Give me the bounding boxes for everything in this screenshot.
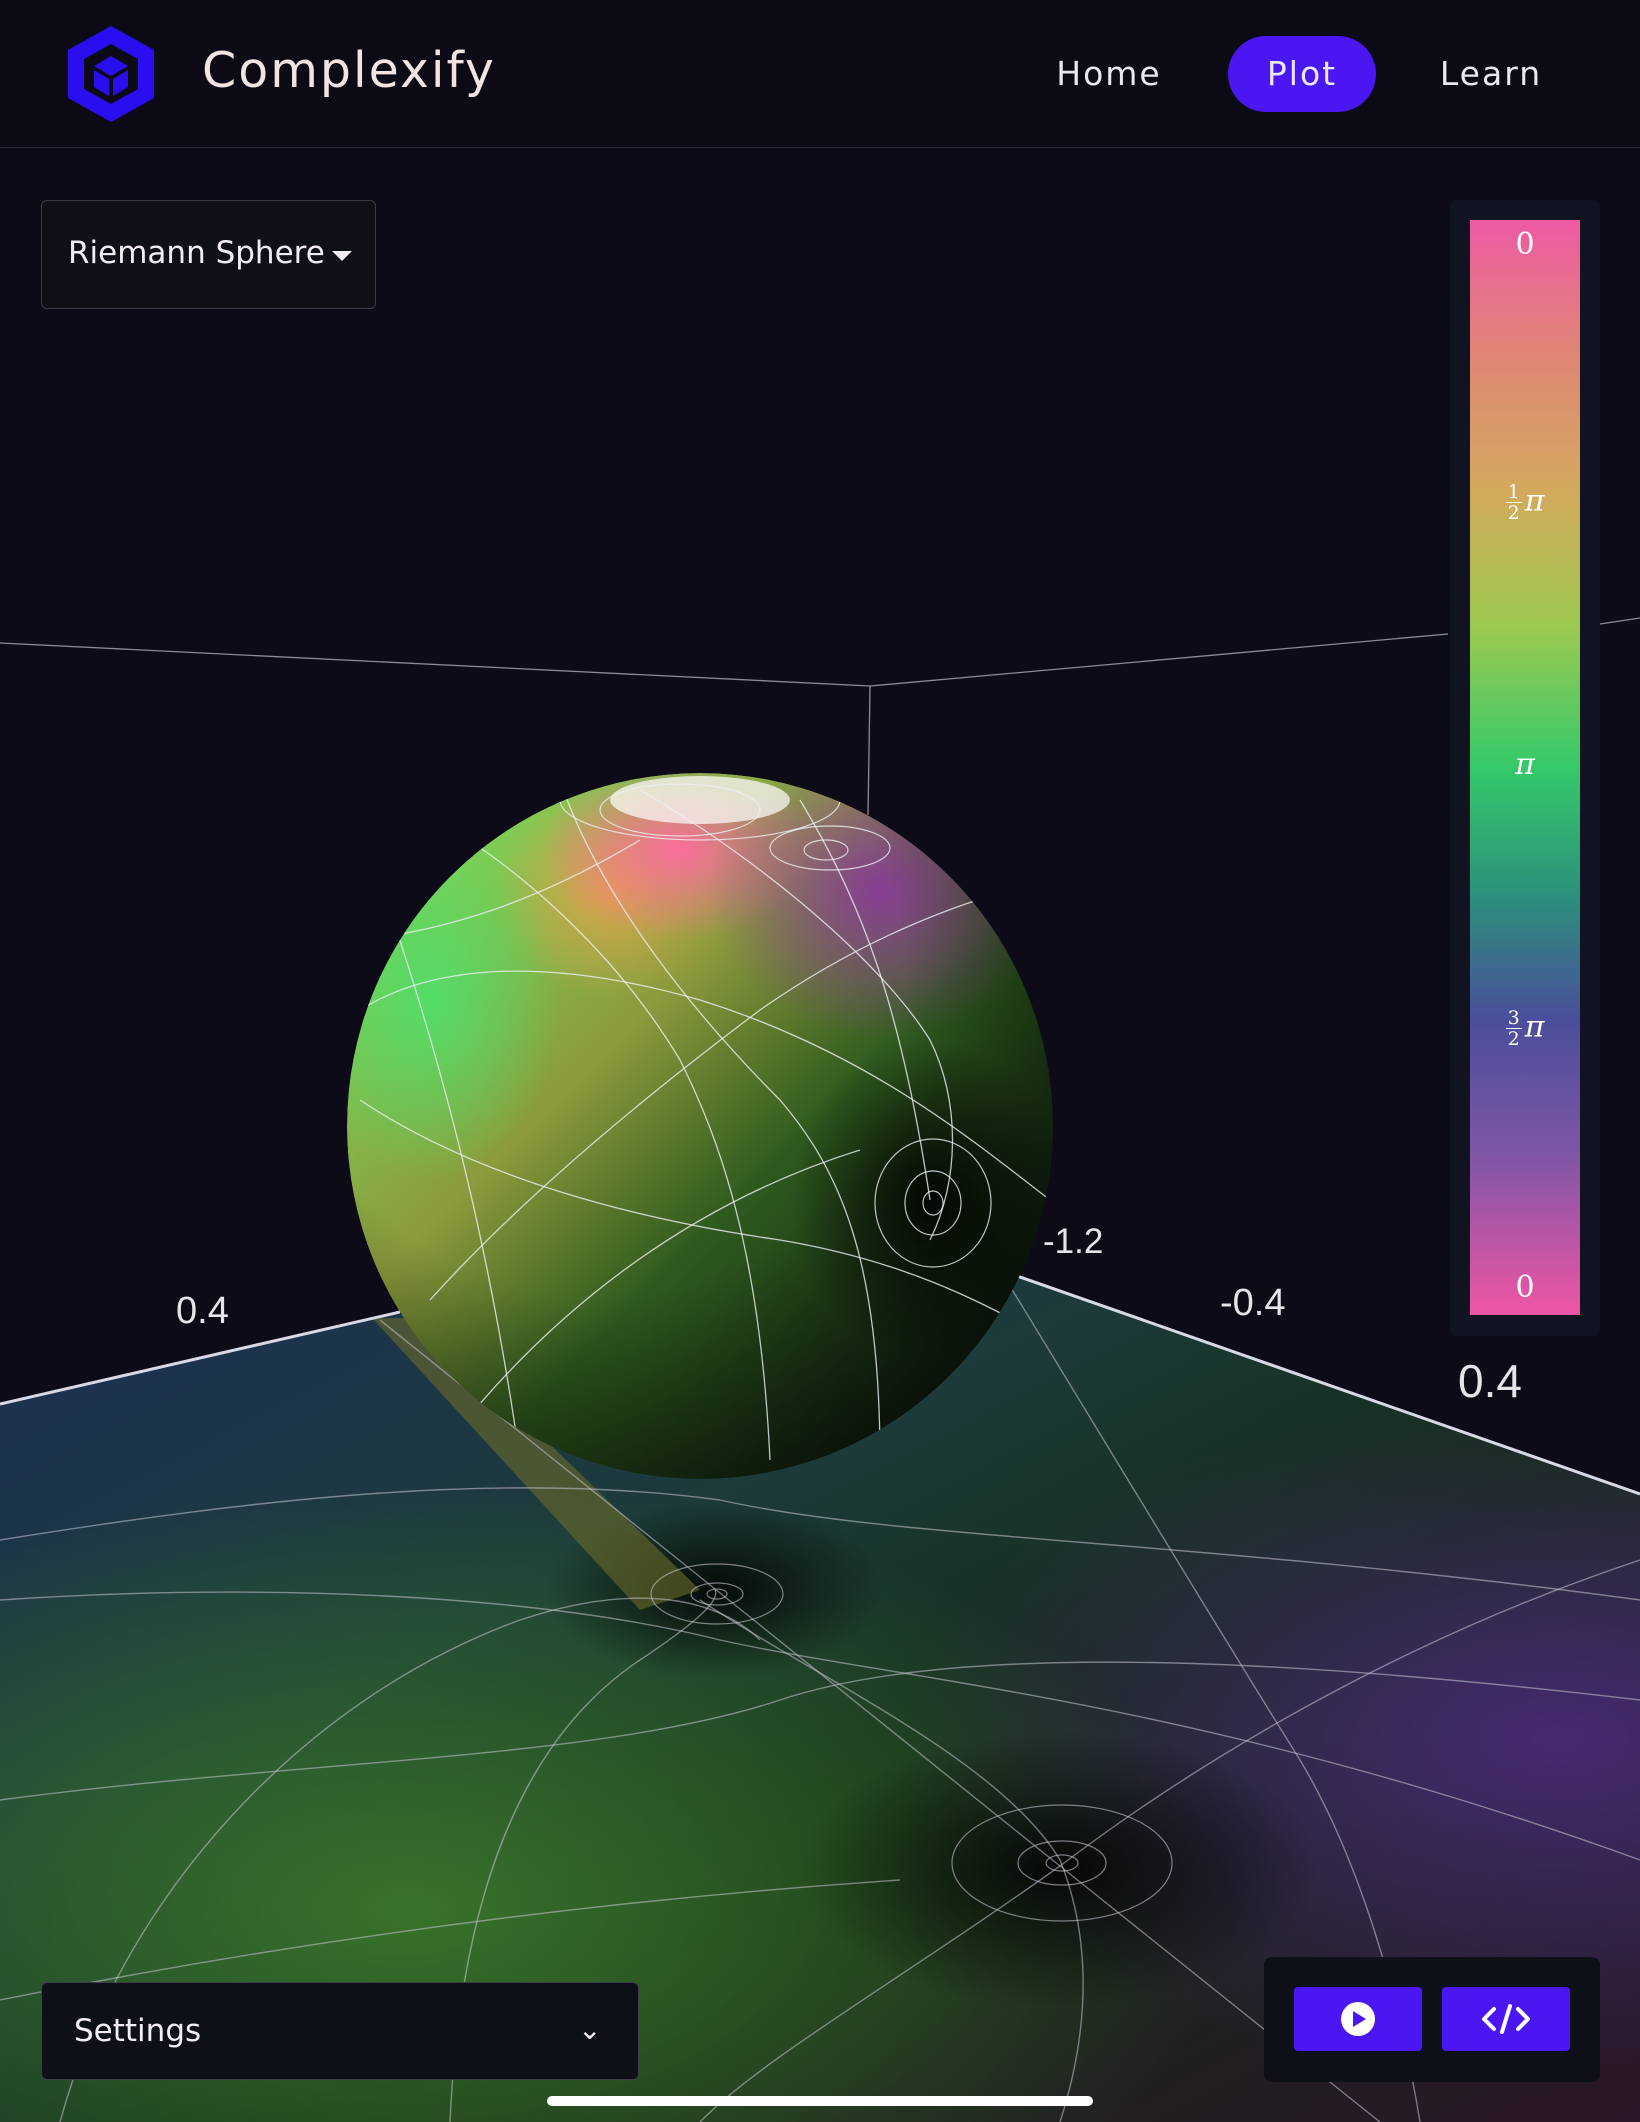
colorbar-label-bottom: 0 — [1515, 1270, 1535, 1305]
app-title: Complexify — [202, 42, 496, 99]
settings-label: Settings — [74, 2013, 202, 2049]
play-icon — [1341, 2002, 1375, 2036]
code-icon — [1482, 2004, 1530, 2034]
axis-label-right-1: -0.4 — [1220, 1282, 1286, 1324]
colorbar-label-three-half-pi: 32π — [1505, 1007, 1545, 1050]
complexify-logo-icon[interactable] — [62, 22, 160, 126]
nav-plot[interactable]: Plot — [1228, 36, 1376, 112]
top-navigation-bar: Complexify Home Plot Learn — [0, 0, 1640, 148]
colorbar-label-half-pi: 12π — [1505, 481, 1545, 524]
caret-down-icon — [332, 251, 352, 261]
colorbar-label-top: 0 — [1515, 227, 1535, 262]
colorbar-label-pi: π — [1515, 747, 1535, 782]
view-mode-label: Riemann Sphere — [68, 235, 325, 271]
view-mode-dropdown[interactable]: Riemann Sphere — [41, 200, 376, 309]
colorbar-gradient: 0 12π π 32π 0 — [1470, 220, 1580, 1315]
code-button[interactable] — [1442, 1987, 1570, 2051]
plot-toolbar — [1264, 1957, 1600, 2082]
nav-home[interactable]: Home — [1044, 36, 1174, 112]
home-indicator — [547, 2096, 1093, 2106]
riemann-sphere-plot — [0, 617, 1640, 2122]
phase-colorbar: 0 12π π 32π 0 — [1450, 200, 1600, 1336]
nav-learn[interactable]: Learn — [1430, 36, 1552, 112]
plot-canvas[interactable]: 0.4 -1.2 -0.4 0.4 — [0, 148, 1640, 2122]
axis-label-left: 0.4 — [176, 1290, 229, 1332]
axis-label-center: -1.2 — [1043, 1222, 1104, 1261]
axis-label-right-2: 0.4 — [1458, 1355, 1522, 1407]
play-button[interactable] — [1294, 1987, 1422, 2051]
chevron-down-icon: ⌄ — [578, 2013, 602, 2046]
settings-dropdown[interactable]: Settings ⌄ — [41, 1982, 639, 2080]
